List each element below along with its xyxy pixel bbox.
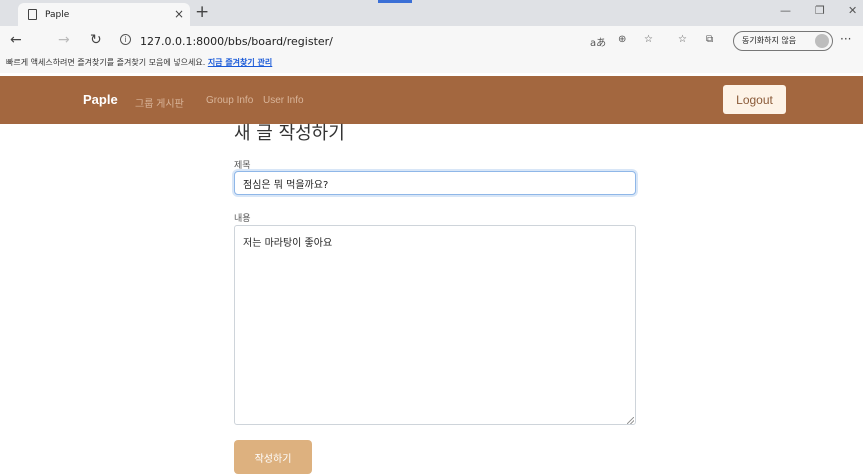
new-tab-button[interactable]: + xyxy=(195,2,209,22)
nav-link-group-info[interactable]: Group Info xyxy=(206,95,253,106)
add-favorite-icon[interactable]: ☆ xyxy=(644,34,653,45)
content-textarea[interactable]: 저는 마라탕이 좋아요 xyxy=(234,225,636,425)
browser-tab[interactable]: Paple × xyxy=(18,3,190,26)
zoom-icon[interactable]: ⊕ xyxy=(618,34,626,45)
site-navbar: Paple 그룹 게시판 Group Info User Info Logout xyxy=(0,76,863,124)
minimize-icon[interactable]: — xyxy=(780,4,791,17)
page-title: 새 글 작성하기 xyxy=(234,123,345,144)
tab-title: Paple xyxy=(45,9,70,20)
more-icon[interactable]: ··· xyxy=(840,32,851,46)
close-icon[interactable]: ✕ xyxy=(848,4,857,17)
nav-link-group-board[interactable]: 그룹 게시판 xyxy=(135,95,184,110)
favorites-bar: 빠르게 액세스하려면 즐겨찾기를 즐겨찾기 모음에 넣으세요. 지금 즐겨찾기 … xyxy=(0,56,863,73)
address-bar: ← → ↻ i 127.0.0.1:8000/bbs/board/registe… xyxy=(0,26,863,56)
tab-indicator xyxy=(378,0,412,3)
logout-button[interactable]: Logout xyxy=(723,85,786,114)
collections-icon[interactable]: ⧉ xyxy=(706,34,713,45)
info-icon[interactable]: i xyxy=(120,34,131,45)
page-icon xyxy=(28,9,37,20)
sync-label: 동기화하지 않음 xyxy=(742,36,797,45)
title-input[interactable] xyxy=(234,171,636,195)
brand-logo[interactable]: Paple xyxy=(83,92,118,107)
submit-button[interactable]: 작성하기 xyxy=(234,440,312,474)
sync-button[interactable]: 동기화하지 않음 xyxy=(733,31,833,51)
url-field[interactable]: i 127.0.0.1:8000/bbs/board/register/ xyxy=(120,34,333,48)
profile-icon xyxy=(815,34,829,48)
url-text: 127.0.0.1:8000/bbs/board/register/ xyxy=(140,35,333,48)
restore-icon[interactable]: ❐ xyxy=(815,4,825,17)
forward-arrow-icon[interactable]: → xyxy=(58,32,70,48)
content-label: 내용 xyxy=(234,214,251,224)
browser-tab-bar: Paple × + — ❐ ✕ xyxy=(0,0,863,26)
manage-favorites-link[interactable]: 지금 즐겨찾기 관리 xyxy=(208,58,272,67)
tab-close-icon[interactable]: × xyxy=(174,7,184,21)
favorites-icon[interactable]: ☆ xyxy=(678,34,687,45)
read-aloud-icon[interactable]: aあ xyxy=(590,34,606,49)
back-arrow-icon[interactable]: ← xyxy=(10,32,22,48)
resize-handle[interactable] xyxy=(627,417,634,424)
favorites-prompt: 빠르게 액세스하려면 즐겨찾기를 즐겨찾기 모음에 넣으세요. xyxy=(6,58,206,67)
refresh-icon[interactable]: ↻ xyxy=(90,32,102,48)
title-label: 제목 xyxy=(234,161,251,171)
nav-link-user-info[interactable]: User Info xyxy=(263,95,304,106)
